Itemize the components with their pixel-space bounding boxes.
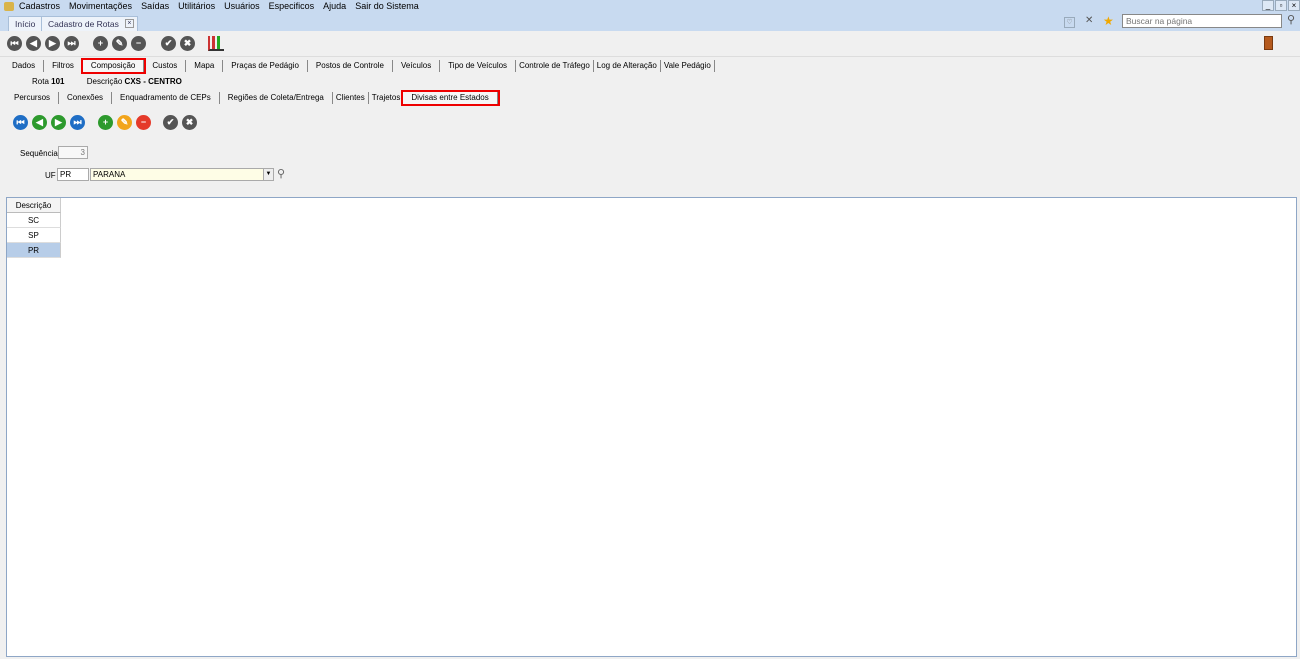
tab-label: Cadastro de Rotas bbox=[48, 19, 119, 29]
first-record-icon[interactable]: ⏮ bbox=[7, 36, 22, 51]
delete-icon[interactable]: − bbox=[136, 115, 151, 130]
add-icon[interactable]: + bbox=[93, 36, 108, 51]
tab-dados[interactable]: Dados bbox=[4, 59, 45, 72]
tab-postos-controle[interactable]: Postos de Controle bbox=[308, 59, 393, 72]
previous-record-icon[interactable]: ◀ bbox=[26, 36, 41, 51]
tab-percursos[interactable]: Percursos bbox=[6, 91, 60, 104]
sequencia-label: Sequência bbox=[20, 149, 58, 158]
main-toolbar: ⏮ ◀ ▶ ⏭ + ✎ − ✔ ✖ bbox=[0, 31, 1300, 57]
tab-divisas-estados[interactable]: Divisas entre Estados bbox=[401, 89, 500, 106]
last-record-icon[interactable]: ⏭ bbox=[70, 115, 85, 130]
tab-controle-trafego[interactable]: Controle de Tráfego bbox=[516, 59, 594, 72]
chevron-down-icon[interactable]: ▼ bbox=[263, 169, 273, 180]
menu-saidas[interactable]: Saídas bbox=[141, 1, 169, 11]
confirm-icon[interactable]: ✔ bbox=[163, 115, 178, 130]
menu-usuarios[interactable]: Usuários bbox=[224, 1, 260, 11]
tab-vale-pedagio[interactable]: Vale Pedágio bbox=[661, 59, 715, 72]
route-info: Rota 101 Descrição CXS - CENTRO bbox=[32, 77, 182, 86]
tab-mapa[interactable]: Mapa bbox=[186, 59, 224, 72]
previous-record-icon[interactable]: ◀ bbox=[32, 115, 47, 130]
menu-cadastros[interactable]: Cadastros bbox=[19, 1, 60, 11]
tab-veiculos[interactable]: Veículos bbox=[393, 59, 441, 72]
pin-icon[interactable]: ✕ bbox=[1085, 15, 1093, 26]
chart-report-icon[interactable] bbox=[208, 36, 224, 51]
tab-trajetos[interactable]: Trajetos bbox=[369, 92, 404, 104]
tab-log-alteracao[interactable]: Log de Alteração bbox=[594, 59, 661, 72]
tab-cadastro-rotas[interactable]: Cadastro de Rotas × bbox=[41, 16, 138, 31]
rota-label: Rota bbox=[32, 77, 49, 86]
lookup-search-icon[interactable]: ⚲ bbox=[277, 167, 285, 180]
table-row-selected[interactable]: PR bbox=[7, 243, 61, 258]
tab-inicio[interactable]: Início bbox=[8, 16, 43, 31]
sub-tabs: Percursos Conexões Enquadramento de CEPs… bbox=[6, 89, 500, 106]
tab-custos[interactable]: Custos bbox=[144, 59, 187, 72]
star-icon[interactable]: ★ bbox=[1103, 14, 1114, 28]
favorite-heart-icon[interactable]: ♡ bbox=[1064, 17, 1075, 28]
last-record-icon[interactable]: ⏭ bbox=[64, 36, 79, 51]
restore-button[interactable]: ▫ bbox=[1275, 0, 1287, 11]
add-icon[interactable]: + bbox=[98, 115, 113, 130]
delete-icon[interactable]: − bbox=[131, 36, 146, 51]
tab-clientes[interactable]: Clientes bbox=[333, 91, 369, 104]
next-record-icon[interactable]: ▶ bbox=[45, 36, 60, 51]
menu-ajuda[interactable]: Ajuda bbox=[323, 1, 346, 11]
cancel-icon[interactable]: ✖ bbox=[180, 36, 195, 51]
tab-conexoes[interactable]: Conexões bbox=[59, 91, 113, 104]
states-grid: Descrição SC SP PR bbox=[6, 197, 1297, 657]
sequencia-field[interactable]: 3 bbox=[58, 146, 88, 159]
menu-bar: Cadastros Movimentações Saídas Utilitári… bbox=[0, 0, 1300, 12]
tab-enquadramento-ceps[interactable]: Enquadramento de CEPs bbox=[112, 91, 220, 104]
descricao-value: CXS - CENTRO bbox=[124, 77, 182, 86]
uf-label: UF bbox=[45, 171, 56, 180]
tab-filtros[interactable]: Filtros bbox=[44, 59, 83, 72]
edit-icon[interactable]: ✎ bbox=[117, 115, 132, 130]
document-tab-bar: Início Cadastro de Rotas × ♡ ✕ ★ bbox=[0, 12, 1300, 31]
search-icon[interactable]: ⚲ bbox=[1287, 13, 1295, 26]
menu-sair[interactable]: Sair do Sistema bbox=[355, 1, 419, 11]
close-tab-icon[interactable]: × bbox=[124, 19, 134, 28]
edit-icon[interactable]: ✎ bbox=[112, 36, 127, 51]
app-logo-icon bbox=[4, 1, 14, 11]
descricao-label: Descrição bbox=[86, 77, 123, 86]
menu-especificos[interactable]: Especificos bbox=[269, 1, 315, 11]
tab-composicao[interactable]: Composição bbox=[80, 57, 147, 74]
menu-utilitarios[interactable]: Utilitários bbox=[178, 1, 215, 11]
confirm-icon[interactable]: ✔ bbox=[161, 36, 176, 51]
search-input[interactable] bbox=[1122, 14, 1282, 28]
table-row[interactable]: SP bbox=[7, 228, 61, 243]
tab-tipo-veiculos[interactable]: Tipo de Veículos bbox=[440, 59, 517, 72]
minimize-button[interactable]: _ bbox=[1262, 0, 1274, 11]
main-tabs: Dados Filtros Composição Custos Mapa Pra… bbox=[4, 57, 715, 74]
uf-code-field[interactable]: PR bbox=[57, 168, 89, 181]
uf-name-value: PARANA bbox=[93, 170, 126, 179]
table-row[interactable]: SC bbox=[7, 213, 61, 228]
first-record-icon[interactable]: ⏮ bbox=[13, 115, 28, 130]
menu-movimentacoes[interactable]: Movimentações bbox=[69, 1, 132, 11]
column-header-descricao[interactable]: Descrição bbox=[7, 198, 61, 213]
tab-pracas-pedagio[interactable]: Praças de Pedágio bbox=[223, 59, 308, 72]
close-button[interactable]: × bbox=[1288, 0, 1300, 11]
cancel-icon[interactable]: ✖ bbox=[182, 115, 197, 130]
tab-regioes-coleta[interactable]: Regiões de Coleta/Entrega bbox=[220, 91, 333, 104]
uf-name-select[interactable]: PARANA ▼ bbox=[90, 168, 274, 181]
next-record-icon[interactable]: ▶ bbox=[51, 115, 66, 130]
rota-value: 101 bbox=[51, 77, 65, 86]
exit-door-icon[interactable] bbox=[1264, 36, 1273, 50]
